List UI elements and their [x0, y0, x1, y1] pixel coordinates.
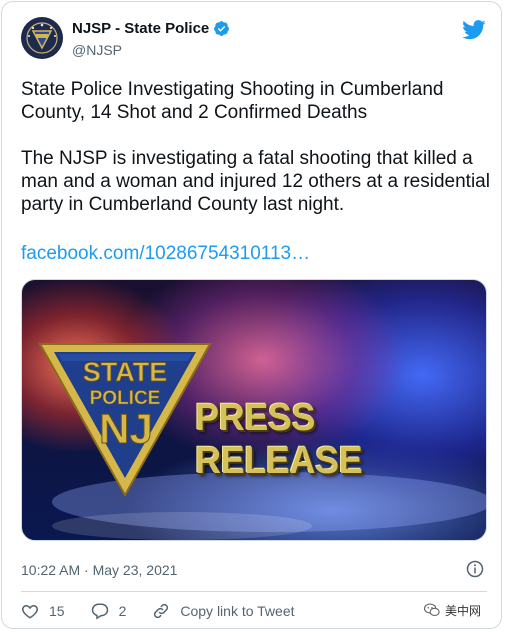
watermark-text: 美中网 [445, 603, 482, 618]
copy-link-button[interactable]: Copy link to Tweet [152, 602, 295, 620]
like-button[interactable]: 15 [21, 602, 65, 620]
watermark: 美中网 [423, 601, 481, 619]
state-police-badge: STATE POLICE NJ [38, 343, 212, 498]
media-image[interactable]: STATE POLICE NJ PRESS RELEASE [21, 279, 487, 541]
info-icon[interactable] [466, 560, 484, 578]
account-name[interactable]: NJSP - State Police [72, 20, 209, 37]
heart-icon [22, 604, 38, 619]
action-bar: 15 2 Copy link to Tweet [21, 601, 295, 621]
reply-count: 2 [118, 603, 127, 619]
link-icon [154, 603, 169, 619]
twitter-bird-icon[interactable] [462, 19, 486, 41]
divider [21, 591, 487, 592]
badge-nj-text: NJ [99, 405, 153, 452]
verified-badge-icon [214, 21, 230, 36]
tweet-card[interactable]: NJSP - State Police @NJSP State Police I… [1, 1, 502, 629]
press-release-caption: PRESS RELEASE [195, 397, 363, 482]
reply-icon [91, 603, 108, 620]
wechat-icon [423, 603, 440, 617]
avatar[interactable] [21, 17, 63, 59]
tweet-timestamp[interactable]: 10:22 AM · May 23, 2021 [21, 562, 177, 578]
tweet-headline: State Police Investigating Shooting in C… [21, 79, 444, 123]
badge-state-text: STATE [83, 357, 168, 387]
njsp-badge-icon [22, 18, 62, 58]
tweet-text: State Police Investigating Shooting in C… [21, 78, 491, 216]
reply-button[interactable]: 2 [91, 602, 127, 620]
like-count: 15 [49, 603, 65, 619]
tweet-link[interactable]: facebook.com/10286754310113… [21, 243, 310, 265]
tweet-body: The NJSP is investigating a fatal shooti… [21, 148, 490, 215]
copy-link-label: Copy link to Tweet [180, 603, 295, 619]
account-handle[interactable]: @NJSP [72, 42, 122, 58]
